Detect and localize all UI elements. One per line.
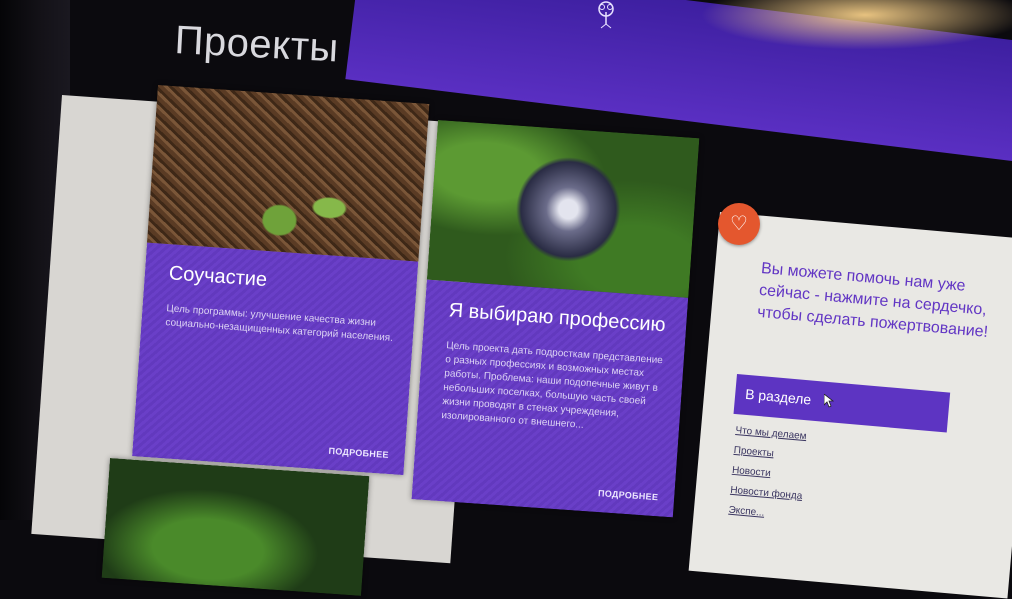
donate-heart-button[interactable]: ♡ xyxy=(718,203,760,245)
card-image xyxy=(146,85,430,262)
project-card-profession[interactable]: Я выбираю профессию Цель проекта дать по… xyxy=(411,120,700,518)
more-link[interactable]: ПОДРОБНЕЕ xyxy=(328,446,389,460)
section-links: Что мы делаем Проекты Новости Новости фо… xyxy=(727,425,935,542)
card-description: Цель проекта дать подросткам представлен… xyxy=(441,340,664,431)
card-body: Я выбираю профессию Цель проекта дать по… xyxy=(411,279,689,518)
card-image xyxy=(101,458,370,596)
section-title: В разделе xyxy=(744,385,812,408)
card-title[interactable]: Соучастие xyxy=(168,262,268,292)
card-title[interactable]: Я выбираю профессию xyxy=(448,299,666,337)
tree-logo-icon[interactable] xyxy=(592,0,620,30)
page-title: Проекты xyxy=(173,18,340,71)
project-card-partial[interactable] xyxy=(101,458,370,596)
card-description: Цель программы: улучшение качества жизни… xyxy=(165,303,394,344)
mouse-cursor-icon xyxy=(823,393,835,408)
more-link[interactable]: ПОДРОБНЕЕ xyxy=(598,488,659,502)
light-glare xyxy=(700,0,1012,50)
card-image xyxy=(426,120,700,298)
heart-icon: ♡ xyxy=(730,213,748,235)
project-card-souchastie[interactable]: Соучастие Цель программы: улучшение каче… xyxy=(132,85,430,476)
card-body: Соучастие Цель программы: улучшение каче… xyxy=(132,242,419,476)
